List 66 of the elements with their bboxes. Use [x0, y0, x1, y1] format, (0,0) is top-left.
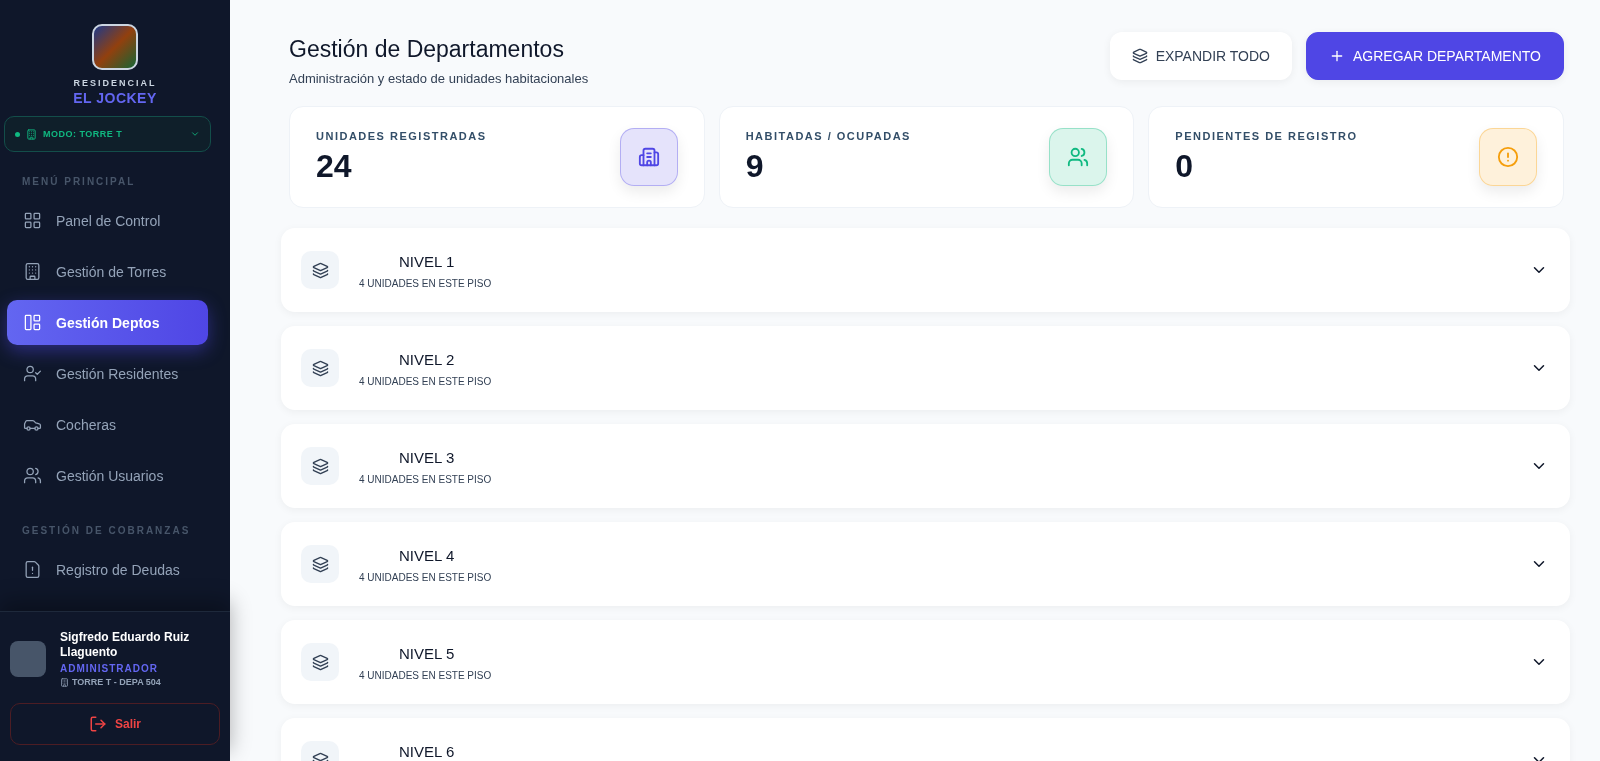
stat-value: 9: [745, 147, 765, 185]
section-heading: GESTIÓN DE COBRANZAS: [21, 525, 192, 536]
menu-icon: [23, 262, 42, 281]
sidebar-item[interactable]: Cocheras: [7, 402, 208, 447]
sidebar-item[interactable]: Panel de Control: [7, 198, 208, 243]
stat-icon: [1067, 146, 1090, 168]
logo-image: [92, 24, 138, 70]
floor-title: NIVEL 6: [398, 743, 456, 760]
avatar-placeholder: [10, 640, 46, 677]
menu-icon: [23, 364, 42, 383]
building-icon: [60, 677, 69, 687]
stat-label: UNIDADES REGISTRADAS: [316, 129, 487, 142]
stat-value: 0: [1175, 147, 1195, 185]
brand-kicker: RESIDENCIAL: [73, 78, 157, 88]
floor-subtitle: 4 UNIDADES EN ESTE PISO: [359, 278, 493, 289]
menu-icon: [23, 211, 42, 230]
expand-all-button[interactable]: EXPANDIR TODO: [1109, 32, 1292, 80]
layers-icon: [301, 349, 339, 387]
floor-row[interactable]: NIVEL 3 4 UNIDADES EN ESTE PISO: [281, 424, 1570, 508]
brand-name: EL JOCKEY: [73, 90, 157, 106]
logout-button[interactable]: Salir: [10, 703, 220, 745]
floor-subtitle: 4 UNIDADES EN ESTE PISO: [359, 572, 493, 583]
floor-title: NIVEL 3: [398, 449, 456, 466]
floor-row[interactable]: NIVEL 4 4 UNIDADES EN ESTE PISO: [281, 522, 1570, 606]
logout-icon: [89, 715, 107, 733]
layers-icon: [1131, 48, 1148, 64]
floor-title: NIVEL 5: [398, 645, 456, 662]
layers-icon: [301, 447, 339, 485]
menu-icon: [23, 466, 42, 485]
sidebar-item[interactable]: Gestión Deptos: [7, 300, 208, 345]
add-department-button[interactable]: AGREGAR DEPARTAMENTO: [1306, 32, 1564, 80]
sidebar-item[interactable]: Gestión Usuarios: [7, 453, 208, 498]
mode-selector[interactable]: MODO: TORRE T: [4, 116, 211, 152]
floor-row[interactable]: NIVEL 5 4 UNIDADES EN ESTE PISO: [281, 620, 1570, 704]
page-subtitle: Administración y estado de unidades habitacionales: [289, 71, 589, 86]
floor-row[interactable]: NIVEL 2 4 UNIDADES EN ESTE PISO: [281, 326, 1570, 410]
floor-title: NIVEL 1: [398, 253, 456, 270]
section-heading: MENÚ PRINCIPAL: [21, 176, 137, 187]
layers-icon: [301, 545, 339, 583]
menu-icon: [23, 560, 42, 579]
building-icon: [26, 128, 37, 140]
floor-subtitle: 4 UNIDADES EN ESTE PISO: [359, 474, 493, 485]
user-location: TORRE T - DEPA 504: [72, 677, 161, 687]
user-name: Sigfredo Eduardo Ruiz Llaguento: [60, 630, 191, 660]
floor-subtitle: 4 UNIDADES EN ESTE PISO: [359, 670, 493, 681]
floor-row[interactable]: NIVEL 6: [281, 718, 1570, 761]
menu-icon: [23, 313, 42, 332]
layers-icon: [301, 643, 339, 681]
page-title: Gestión de Departamentos: [289, 36, 565, 63]
status-dot-icon: [15, 131, 20, 137]
stat-icon: [1497, 146, 1519, 168]
sidebar-item[interactable]: Gestión Residentes: [7, 351, 208, 396]
stat-label: PENDIENTES DE REGISTRO: [1175, 129, 1358, 142]
stat-label: HABITADAS / OCUPADAS: [745, 129, 911, 142]
layers-icon: [301, 251, 339, 289]
floor-row[interactable]: NIVEL 1 4 UNIDADES EN ESTE PISO: [281, 228, 1570, 312]
user-role: ADMINISTRADOR: [60, 663, 159, 674]
plus-icon: [1329, 48, 1345, 64]
floor-title: NIVEL 4: [398, 547, 456, 564]
chevron-down-icon: [190, 129, 200, 139]
stat-icon: [637, 146, 660, 168]
sidebar-item[interactable]: Gestión de Torres: [7, 249, 208, 294]
floor-title: NIVEL 2: [398, 351, 456, 368]
stat-value: 24: [316, 147, 353, 185]
sidebar-item[interactable]: Registro de Deudas: [7, 547, 208, 592]
floor-subtitle: 4 UNIDADES EN ESTE PISO: [359, 376, 493, 387]
